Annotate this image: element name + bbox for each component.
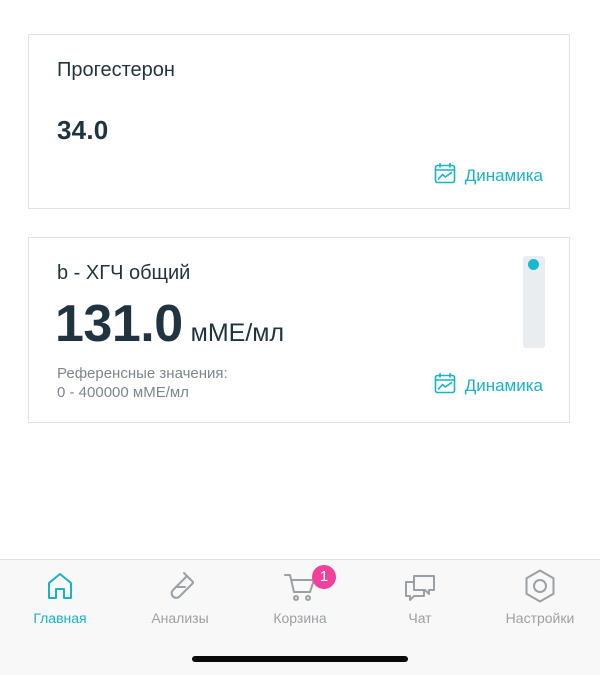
reference-values: Референсные значения: 0 - 400000 мМЕ/мл <box>57 364 228 402</box>
reference-scale <box>523 256 545 348</box>
tab-cart[interactable]: 1 Корзина <box>240 560 360 640</box>
result-title: b - ХГЧ общий <box>57 262 191 284</box>
tab-label: Анализы <box>151 610 209 626</box>
home-icon <box>42 568 78 604</box>
scale-marker <box>528 259 539 271</box>
chat-icon <box>402 568 438 604</box>
tab-label: Главная <box>33 610 87 626</box>
dynamics-button[interactable]: Динамика <box>434 372 543 399</box>
tab-label: Настройки <box>505 610 575 626</box>
tab-label: Чат <box>408 610 432 626</box>
reference-range: 0 - 400000 мМЕ/мл <box>57 384 189 401</box>
result-value: 131.0 <box>55 295 183 353</box>
result-value-row: 131.0 мМЕ/мл <box>55 294 284 354</box>
reference-label: Референсные значения: <box>57 365 228 382</box>
chart-calendar-icon <box>434 372 456 399</box>
home-indicator <box>192 656 408 662</box>
tab-chat[interactable]: Чат <box>360 560 480 640</box>
dynamics-label: Динамика <box>464 165 543 185</box>
result-value: 34.0 <box>57 115 109 145</box>
result-unit: мМЕ/мл <box>190 319 285 347</box>
settings-icon <box>522 568 558 604</box>
result-title: Прогестерон <box>57 59 175 81</box>
chart-calendar-icon <box>434 162 456 189</box>
tab-home[interactable]: Главная <box>0 560 120 640</box>
result-card-progesterone[interactable]: Прогестерон 34.0 Динамика <box>28 34 570 209</box>
tab-label: Корзина <box>273 610 327 626</box>
result-card-hcg[interactable]: b - ХГЧ общий 131.0 мМЕ/мл Референсные зн… <box>28 237 570 423</box>
test-tube-icon <box>162 568 198 604</box>
cart-badge: 1 <box>312 565 336 589</box>
dynamics-label: Динамика <box>464 375 543 395</box>
tab-analyses[interactable]: Анализы <box>120 560 240 640</box>
tab-settings[interactable]: Настройки <box>480 560 600 640</box>
dynamics-button[interactable]: Динамика <box>434 162 543 189</box>
